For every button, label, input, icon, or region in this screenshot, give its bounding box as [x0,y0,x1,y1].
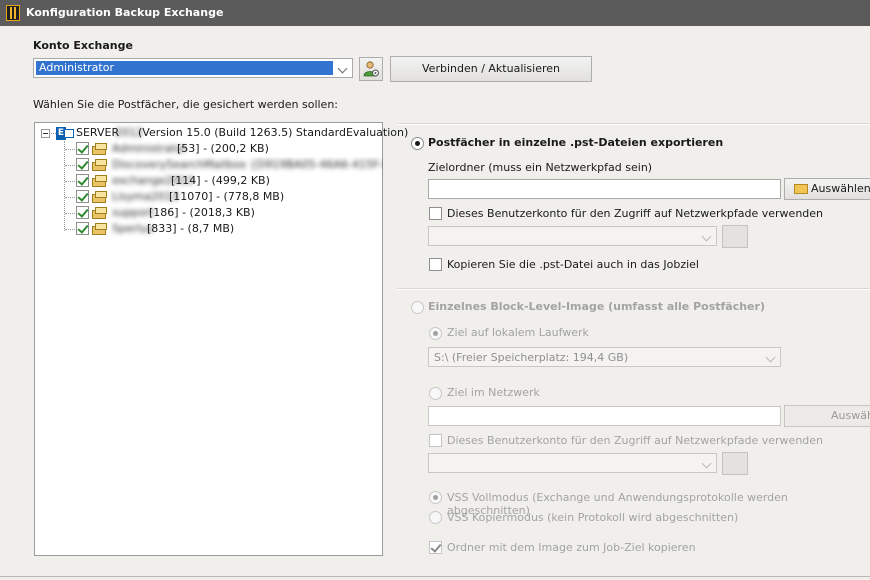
mailbox-detail: [11070] - (778,8 MB) [169,190,285,203]
mailbox-checkbox[interactable] [76,142,89,155]
bottom-divider [0,576,870,577]
mailbox-icon [92,191,108,203]
separator [398,123,870,125]
account-label: Konto Exchange [33,39,133,52]
network-account-dropdown[interactable] [428,453,717,473]
browse-folder-label: Auswählen [811,182,870,195]
chevron-down-icon[interactable] [699,455,715,471]
title-bar: Konfiguration Backup Exchange [0,0,870,26]
network-target-label[interactable]: Ziel im Netzwerk [447,386,540,399]
account-select[interactable]: Administrator [33,58,353,78]
folder-icon [794,184,808,194]
server-info: (Version 15.0 (Build 1263.5) StandardEva… [138,126,409,139]
copy-pst-checkbox[interactable] [429,258,442,271]
target-folder-label: Zielordner (muss ein Netzwerkpfad sein) [428,161,653,174]
target-folder-input[interactable] [428,179,781,199]
vss-copy-radio[interactable] [429,511,442,524]
local-drive-value: S:\ (Freier Speicherplatz: 194,4 GB) [434,351,629,364]
mailbox-checkbox[interactable] [76,222,89,235]
exchange-server-icon: E [56,127,76,140]
copy-image-folder-checkbox[interactable] [429,541,442,554]
browse-folder-button[interactable]: Auswählen [784,178,870,200]
window-title: Konfiguration Backup Exchange [26,6,224,19]
local-drive-radio[interactable] [429,327,442,340]
network-use-account-label[interactable]: Dieses Benutzerkonto für den Zugriff auf… [447,434,823,447]
tree-row-mailbox[interactable]: Administrator [53] - (200,2 KB) [35,141,383,157]
vss-full-radio[interactable] [429,491,442,504]
app-logo-icon [6,5,20,21]
mailbox-icon [92,143,108,155]
user-gear-icon [363,61,379,77]
vss-copy-label[interactable]: VSS Kopiermodus (kein Protokoll wird abg… [447,511,738,524]
tree-row-mailbox[interactable]: DiscoverySearchMailbox {D919BA05-46A6-41… [35,157,383,173]
separator [398,288,870,290]
chevron-down-icon[interactable] [763,349,779,365]
user-settings-button[interactable] [359,57,383,81]
network-account-settings-button[interactable] [722,452,748,475]
mailbox-icon [92,159,108,171]
mailbox-icon [92,175,108,187]
export-pst-label[interactable]: Postfächer in einzelne .pst-Dateien expo… [428,136,723,149]
mailbox-detail: [114] - (499,2 KB) [171,174,270,187]
mailbox-detail: [53] - (200,2 KB) [177,142,269,155]
use-account-label[interactable]: Dieses Benutzerkonto für den Zugriff auf… [447,207,823,220]
local-drive-label[interactable]: Ziel auf lokalem Laufwerk [447,326,589,339]
mailbox-prompt: Wählen Sie die Postfächer, die gesichert… [33,98,339,111]
account-selected-value: Administrator [36,61,333,75]
mailbox-detail: [833] - (8,7 MB) [147,222,235,235]
network-target-input[interactable] [428,406,781,426]
mailbox-tree[interactable]: E SERVER 2012 (Version 15.0 (Build 1263.… [34,122,408,556]
browse-network-button[interactable]: Auswählen [784,405,870,427]
mailbox-name: support [112,206,155,219]
block-image-label[interactable]: Einzelnes Block-Level-Image (umfasst all… [428,300,765,313]
collapse-icon[interactable] [41,129,50,138]
tree-server-row[interactable]: E SERVER 2012 (Version 15.0 (Build 1263.… [39,125,408,141]
mailbox-name: Administrator [112,142,187,155]
tree-row-mailbox[interactable]: exchange2013 [114] - (499,2 KB) [35,173,383,189]
local-drive-select[interactable]: S:\ (Freier Speicherplatz: 194,4 GB) [428,347,781,367]
network-target-radio[interactable] [429,387,442,400]
chevron-down-icon[interactable] [335,60,351,76]
use-account-checkbox[interactable] [429,207,442,220]
mailbox-checkbox[interactable] [76,158,89,171]
connect-refresh-button[interactable]: Verbinden / Aktualisieren [390,56,592,82]
export-pst-radio[interactable] [411,137,424,150]
chevron-down-icon[interactable] [699,228,715,244]
tree-row-mailbox[interactable]: Lisyma2013 [11070] - (778,8 MB) [35,189,383,205]
block-image-radio[interactable] [411,301,424,314]
network-use-account-checkbox[interactable] [429,434,442,447]
account-dropdown[interactable] [428,226,717,246]
mailbox-checkbox[interactable] [76,206,89,219]
tree-row-mailbox[interactable]: support [186] - (2018,3 KB) [35,205,383,221]
tree-row-mailbox[interactable]: Sperlus [833] - (8,7 MB) [35,221,383,237]
mailbox-icon [92,207,108,219]
copy-image-folder-label[interactable]: Ordner mit dem Image zum Job-Ziel kopier… [447,541,696,554]
mailbox-checkbox[interactable] [76,190,89,203]
copy-pst-label[interactable]: Kopieren Sie die .pst-Datei auch in das … [447,258,699,271]
server-name: SERVER [76,126,120,139]
mailbox-checkbox[interactable] [76,174,89,187]
mailbox-detail: [186] - (2018,3 KB) [149,206,255,219]
account-settings-button[interactable] [722,225,748,248]
mailbox-name: DiscoverySearchMailbox {D919BA05-46A6-41… [112,158,383,171]
mailbox-icon [92,223,108,235]
